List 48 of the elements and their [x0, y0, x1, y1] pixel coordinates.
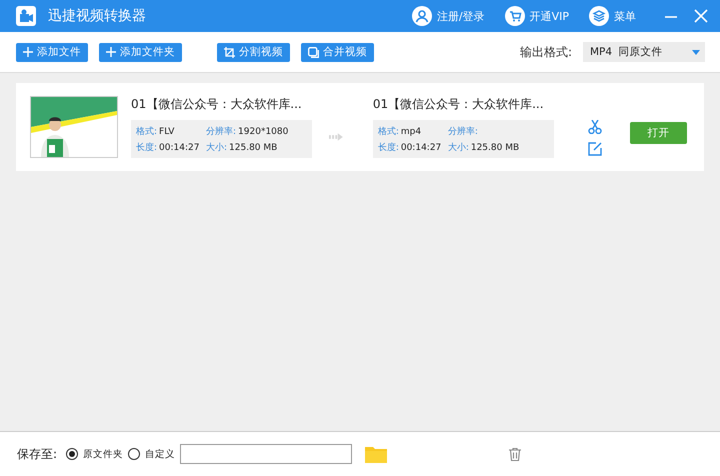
arrow-icon: [329, 131, 343, 143]
info-value: mp4: [400, 126, 422, 136]
info-value: 125.80 MB: [229, 142, 278, 152]
info-label: 长度:: [136, 142, 158, 152]
info-label: 长度:: [378, 142, 399, 152]
info-value: 125.80 MB: [470, 142, 520, 152]
plus-icon: [106, 47, 116, 57]
scissors-icon[interactable]: [588, 120, 602, 134]
output-format-dropdown[interactable]: MP4 同原文件: [583, 42, 705, 62]
info-label: 分辨率:: [206, 126, 236, 136]
edit-icon[interactable]: [588, 142, 602, 156]
plus-icon: [23, 47, 33, 57]
close-icon[interactable]: [694, 9, 708, 23]
radio-button[interactable]: [128, 448, 140, 460]
info-value: 1920*1080: [238, 126, 288, 136]
crop-icon: [224, 46, 235, 58]
toolbar-button[interactable]: 分割视频: [217, 42, 290, 62]
cart-icon: [504, 6, 525, 26]
info-label: 大小:: [448, 142, 469, 152]
info-label: 大小:: [206, 142, 228, 152]
info-label: 格式:: [136, 126, 158, 136]
file-name: 01【微信公众号：大众软件库...: [372, 96, 545, 113]
trash-icon[interactable]: [509, 448, 522, 460]
title-bar-button[interactable]: 开通VIP: [504, 6, 569, 26]
info-label: 格式:: [378, 126, 399, 136]
toolbar-button[interactable]: 添加文件: [16, 42, 88, 62]
info-value: FLV: [159, 126, 174, 136]
merge-icon: [308, 46, 319, 58]
window-title: 迅捷视频转换器: [48, 7, 146, 25]
save-to-label: 保存至:: [17, 446, 58, 462]
radio-label[interactable]: 原文件夹: [83, 448, 124, 460]
dropdown-caret-icon: [692, 50, 700, 54]
layers-icon: [589, 6, 609, 26]
toolbar-button[interactable]: 合并视频: [301, 42, 374, 62]
file-name: 01【微信公众号：大众软件库...: [131, 96, 303, 113]
output-format-label: 输出格式:: [520, 44, 572, 60]
path-field[interactable]: [180, 444, 352, 464]
toolbar-button[interactable]: 添加文件夹: [99, 42, 182, 62]
title-bar-button[interactable]: 注册/登录: [412, 6, 485, 26]
title-bar-button[interactable]: 菜单: [589, 6, 636, 26]
app-logo-icon: [16, 6, 36, 26]
info-value: 00:14:27: [400, 142, 442, 152]
radio-label[interactable]: 自定义: [145, 448, 176, 460]
info-label: 分辨率:: [448, 126, 478, 136]
info-value: 00:14:27: [159, 142, 200, 152]
open-button[interactable]: 打开: [630, 122, 687, 144]
radio-button[interactable]: [66, 448, 78, 460]
user-icon: [412, 6, 432, 26]
